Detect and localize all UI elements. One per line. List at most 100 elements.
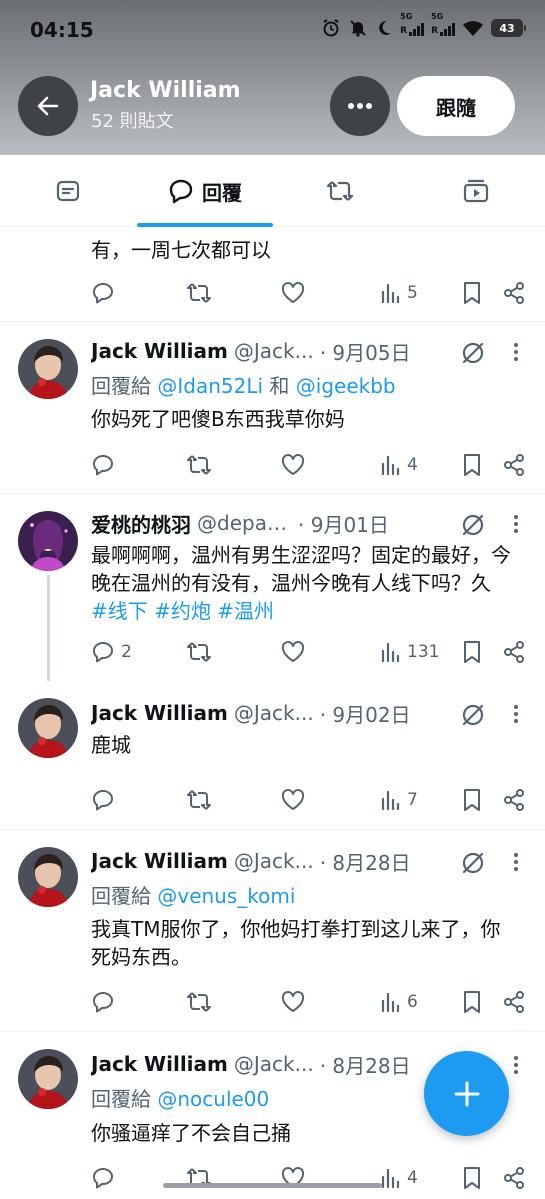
author-handle[interactable]: @Jack... xyxy=(234,849,314,873)
mention-link[interactable]: @igeekbb xyxy=(296,374,396,398)
share-button[interactable] xyxy=(502,987,526,1017)
reply-button[interactable] xyxy=(91,1163,121,1193)
grok-icon[interactable] xyxy=(458,848,488,878)
reply-button[interactable] xyxy=(91,278,121,308)
tweet-item[interactable]: 爱桃的桃羽 @depau... · 9月01日 最啊啊啊，温州有男生涩涩吗？固定… xyxy=(0,494,545,681)
hashtag-link[interactable]: #温州 xyxy=(217,599,274,623)
like-button[interactable] xyxy=(281,450,305,480)
tweet-item[interactable]: Jack William @Jack... · 9月05日 回覆給 @Idan5… xyxy=(0,322,545,493)
thread-connector xyxy=(47,575,50,681)
bookmark-button[interactable] xyxy=(462,987,482,1017)
tab-posts[interactable] xyxy=(20,155,116,227)
tweet-menu-button[interactable] xyxy=(509,338,523,366)
reply-bubble-icon xyxy=(169,179,193,204)
status-time: 04:15 xyxy=(30,18,94,42)
avatar[interactable] xyxy=(18,511,78,571)
author-name[interactable]: Jack William xyxy=(91,339,228,363)
reply-button[interactable] xyxy=(91,987,121,1017)
views-button[interactable]: 131 xyxy=(379,637,439,667)
tweet-text: 有，一周七次都可以 xyxy=(91,238,271,262)
like-button[interactable] xyxy=(281,278,305,308)
share-button[interactable] xyxy=(502,278,526,308)
reply-button[interactable]: 2 xyxy=(91,637,132,667)
like-button[interactable] xyxy=(281,1163,305,1193)
share-button[interactable] xyxy=(502,785,526,815)
tab-media[interactable] xyxy=(428,155,524,227)
back-button[interactable] xyxy=(18,76,78,136)
tweet-menu-button[interactable] xyxy=(509,1051,523,1079)
author-name[interactable]: 爱桃的桃羽 xyxy=(91,509,191,537)
author-name[interactable]: Jack William xyxy=(91,701,228,725)
views-button[interactable]: 4 xyxy=(379,1163,418,1193)
grok-icon[interactable] xyxy=(458,700,488,730)
grok-icon[interactable] xyxy=(458,338,488,368)
tweet-menu-button[interactable] xyxy=(509,700,523,728)
author-handle[interactable]: @Jack... xyxy=(234,339,314,363)
repost-button[interactable] xyxy=(186,987,212,1017)
author-handle[interactable]: @Jack... xyxy=(234,701,314,725)
bookmark-icon xyxy=(464,991,480,1013)
hashtag-link[interactable]: #线下 xyxy=(91,599,148,623)
repost-button[interactable] xyxy=(186,278,212,308)
more-options-button[interactable] xyxy=(330,76,390,136)
repost-tab-icon xyxy=(326,181,354,201)
reply-button[interactable] xyxy=(91,450,121,480)
repost-button[interactable] xyxy=(186,637,212,667)
bookmark-button[interactable] xyxy=(462,637,482,667)
tweet-item[interactable]: Jack William @Jack... · 9月02日 鹿城 7 xyxy=(0,681,545,829)
hashtag-link[interactable]: #约炮 xyxy=(154,599,211,623)
tweet-menu-button[interactable] xyxy=(509,510,523,538)
mention-link[interactable]: @nocule00 xyxy=(157,1087,269,1111)
tweet-date: · 9月05日 xyxy=(319,340,411,365)
author-name[interactable]: Jack William xyxy=(91,849,228,873)
bookmark-button[interactable] xyxy=(462,278,482,308)
reply-icon xyxy=(93,283,113,304)
avatar[interactable] xyxy=(18,847,78,907)
repost-button[interactable] xyxy=(186,785,212,815)
tweet-item[interactable]: 有，一周七次都可以 5 xyxy=(0,227,545,321)
author-name[interactable]: Jack William xyxy=(91,1052,228,1076)
views-button[interactable]: 7 xyxy=(379,785,418,815)
like-button[interactable] xyxy=(281,637,305,667)
tweet-menu-button[interactable] xyxy=(509,848,523,876)
avatar[interactable] xyxy=(18,698,78,758)
views-button[interactable]: 4 xyxy=(379,450,418,480)
follow-button[interactable]: 跟隨 xyxy=(397,76,515,136)
grok-icon[interactable] xyxy=(458,510,488,540)
repost-icon xyxy=(187,283,211,303)
avatar[interactable] xyxy=(18,1049,78,1109)
mention-link[interactable]: @Idan52Li xyxy=(157,374,263,398)
views-button[interactable]: 6 xyxy=(379,987,418,1017)
compose-button[interactable] xyxy=(424,1051,509,1136)
mention-link[interactable]: @venus_komi xyxy=(157,884,295,908)
bookmark-button[interactable] xyxy=(462,1163,482,1193)
share-button[interactable] xyxy=(502,637,526,667)
views-button[interactable]: 5 xyxy=(379,278,418,308)
tab-reposts[interactable] xyxy=(292,155,388,227)
reply-icon xyxy=(93,455,113,476)
reply-icon xyxy=(93,642,113,663)
repost-button[interactable] xyxy=(186,1163,212,1193)
reply-context: 回覆給 @nocule00 xyxy=(91,1087,270,1111)
home-indicator[interactable] xyxy=(163,1183,382,1188)
views-icon xyxy=(381,642,400,663)
share-icon xyxy=(504,454,524,476)
avatar[interactable] xyxy=(18,339,78,399)
kebab-icon xyxy=(514,705,518,723)
posts-tab-icon xyxy=(56,180,80,202)
reply-icon xyxy=(93,992,113,1013)
tab-replies[interactable]: 回覆 xyxy=(137,155,273,227)
author-handle[interactable]: @Jack... xyxy=(234,1052,314,1076)
like-button[interactable] xyxy=(281,785,305,815)
repost-icon xyxy=(187,790,211,810)
author-handle[interactable]: @depau... xyxy=(197,511,292,535)
like-button[interactable] xyxy=(281,987,305,1017)
reply-button[interactable] xyxy=(91,785,121,815)
bookmark-button[interactable] xyxy=(462,785,482,815)
repost-button[interactable] xyxy=(186,450,212,480)
back-arrow-icon xyxy=(37,96,59,116)
bookmark-button[interactable] xyxy=(462,450,482,480)
share-button[interactable] xyxy=(502,1163,526,1193)
tweet-item[interactable]: Jack William @Jack... · 8月28日 回覆給 @venus… xyxy=(0,830,545,1031)
share-button[interactable] xyxy=(502,450,526,480)
